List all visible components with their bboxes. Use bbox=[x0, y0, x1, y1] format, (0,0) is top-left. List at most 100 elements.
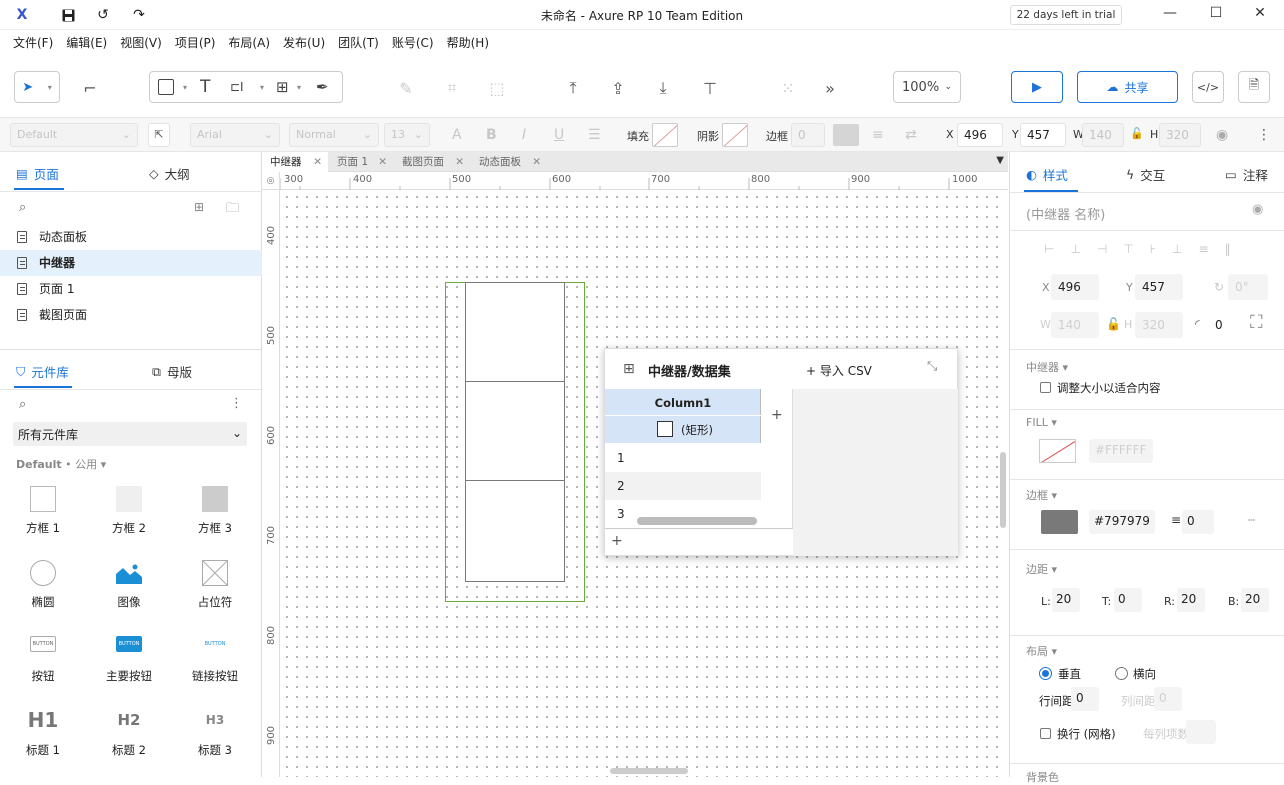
repeater-item-rect[interactable] bbox=[465, 480, 565, 582]
border-style-icon[interactable]: ┄ bbox=[1248, 513, 1255, 527]
menu-project[interactable]: 项目(P) bbox=[162, 30, 216, 56]
padding-right-input[interactable]: 20 bbox=[1177, 588, 1205, 612]
pencil-icon[interactable]: ✎ bbox=[394, 76, 418, 100]
tab-library[interactable]: ⛉ 元件库 bbox=[16, 362, 69, 381]
widget-box-3[interactable]: 方框 3 bbox=[175, 486, 255, 536]
widget-placeholder[interactable]: 占位符 bbox=[175, 559, 255, 610]
style-edit-button[interactable]: ⇱ bbox=[148, 123, 170, 147]
trial-badge[interactable]: 22 days left in trial bbox=[1010, 5, 1122, 25]
code-button[interactable]: </> bbox=[1192, 71, 1224, 103]
bold-icon[interactable]: B bbox=[486, 127, 497, 143]
arrow-style-icon[interactable]: ⇄ bbox=[905, 127, 917, 143]
tab-screenshot-page[interactable]: 截图页面 ✕ bbox=[394, 152, 470, 172]
tab-interactions[interactable]: ϟ 交互 bbox=[1126, 165, 1165, 184]
pointer-tool-button[interactable]: ➤ ▾ bbox=[14, 71, 60, 103]
repeater-section-header[interactable]: 中继器 ▾ bbox=[1026, 359, 1068, 375]
bring-to-front-icon[interactable]: ⇪ bbox=[606, 76, 630, 100]
connector-icon[interactable]: ⌐ bbox=[78, 76, 102, 100]
widget-primary-button[interactable]: BUTTON 主要按钮 bbox=[89, 636, 169, 684]
page-item[interactable]: 截图页面 bbox=[0, 302, 262, 328]
border-section-header[interactable]: 边框 ▾ bbox=[1026, 487, 1057, 503]
tab-style[interactable]: ◐ 样式 bbox=[1026, 165, 1068, 184]
close-tab-icon[interactable]: ✕ bbox=[455, 152, 464, 172]
background-section-header[interactable]: 背景色 bbox=[1026, 769, 1059, 785]
maximize-icon[interactable]: ☐ bbox=[1206, 5, 1226, 25]
fill-section-header[interactable]: FILL ▾ bbox=[1026, 416, 1057, 429]
italic-icon[interactable]: I bbox=[522, 127, 526, 143]
more-icon[interactable]: ⋮ bbox=[1257, 127, 1271, 143]
y-input[interactable]: 457 bbox=[1020, 123, 1066, 147]
widget-name-input[interactable]: (中继器 名称) bbox=[1026, 204, 1105, 223]
col-gap-input[interactable]: 0 bbox=[1154, 687, 1182, 711]
page-item[interactable]: 动态面板 bbox=[0, 224, 262, 250]
fill-color-swatch[interactable] bbox=[652, 123, 678, 147]
repeater-item-rect[interactable] bbox=[465, 282, 565, 382]
rectangle-tool-icon[interactable] bbox=[158, 79, 174, 95]
list-icon[interactable]: ☰ bbox=[588, 127, 601, 143]
menu-view[interactable]: 视图(V) bbox=[107, 30, 162, 56]
dataset-scrollbar[interactable] bbox=[637, 517, 757, 525]
fill-color-swatch[interactable] bbox=[1039, 439, 1076, 463]
menu-file[interactable]: 文件(F) bbox=[0, 30, 53, 56]
menu-team[interactable]: 团队(T) bbox=[325, 30, 379, 56]
tabs-dropdown-icon[interactable]: ▼ bbox=[996, 155, 1004, 166]
column-header[interactable]: Column1 (矩形) bbox=[605, 389, 761, 443]
menu-edit[interactable]: 编辑(E) bbox=[53, 30, 107, 56]
dataset-row[interactable]: 2 bbox=[605, 472, 761, 500]
text-color-icon[interactable]: A bbox=[452, 127, 462, 143]
padding-bottom-input[interactable]: 20 bbox=[1241, 588, 1269, 612]
lock-icon[interactable]: 🔓 bbox=[1106, 317, 1121, 331]
tab-masters[interactable]: ⧉ 母版 bbox=[152, 362, 192, 381]
table-tool-icon[interactable]: ⊞ bbox=[276, 78, 289, 96]
border-width-input[interactable]: 0 bbox=[1182, 510, 1214, 534]
close-tab-icon[interactable]: ✕ bbox=[378, 152, 387, 172]
add-row-icon[interactable]: + bbox=[611, 533, 623, 549]
horizontal-scrollbar[interactable] bbox=[610, 768, 688, 774]
fill-color-input[interactable]: #FFFFFF bbox=[1089, 439, 1153, 463]
padding-left-input[interactable]: 20 bbox=[1052, 588, 1080, 612]
font-size-select[interactable]: 13 ⌄ bbox=[384, 123, 430, 147]
fit-content-checkbox[interactable] bbox=[1040, 382, 1051, 393]
rotation-input[interactable]: 0° bbox=[1228, 274, 1268, 300]
h-input[interactable]: 320 bbox=[1135, 312, 1183, 338]
widget-link-button[interactable]: BUTTON 链接按钮 bbox=[175, 636, 255, 684]
menu-publish[interactable]: 发布(U) bbox=[270, 30, 325, 56]
document-button[interactable]: 🗎 bbox=[1238, 71, 1270, 103]
padding-top-input[interactable]: 0 bbox=[1114, 588, 1142, 612]
h-input[interactable]: 320 bbox=[1159, 123, 1201, 147]
more-icon[interactable]: ⋮ bbox=[230, 396, 243, 411]
widget-button[interactable]: BUTTON 按钮 bbox=[3, 636, 83, 684]
border-style-icon[interactable]: ≡ bbox=[872, 127, 884, 143]
font-weight-select[interactable]: Normal ⌄ bbox=[289, 123, 379, 147]
menu-help[interactable]: 帮助(H) bbox=[434, 30, 489, 56]
tab-page-1[interactable]: 页面 1 ✕ bbox=[329, 152, 393, 172]
padding-section-header[interactable]: 边距 ▾ bbox=[1026, 561, 1057, 577]
text-tool-icon[interactable]: T bbox=[200, 77, 210, 97]
widget-heading-3[interactable]: H3 标题 3 bbox=[175, 708, 255, 758]
search-icon[interactable]: ⌕ bbox=[19, 397, 26, 412]
w-input[interactable]: 140 bbox=[1051, 312, 1099, 338]
tab-pages[interactable]: ▤ 页面 bbox=[16, 164, 59, 183]
widget-ellipse[interactable]: 椭圆 bbox=[3, 560, 83, 610]
share-button[interactable]: ☁ 共享 bbox=[1077, 71, 1178, 103]
border-color-swatch[interactable] bbox=[1041, 510, 1078, 534]
w-input[interactable]: 140 bbox=[1082, 123, 1124, 147]
align-icons[interactable]: ⊢⊥⊣⊤⊦⊥≡‖ bbox=[1044, 242, 1247, 256]
border-width-input[interactable]: 0 bbox=[791, 123, 825, 147]
row-gap-input[interactable]: 0 bbox=[1071, 687, 1099, 711]
send-to-back-icon[interactable]: ⊤ bbox=[698, 76, 722, 100]
pen-tool-icon[interactable]: ✒ bbox=[316, 78, 329, 96]
y-input[interactable]: 457 bbox=[1135, 274, 1183, 300]
send-backward-icon[interactable]: ⤓ bbox=[651, 76, 675, 100]
per-row-input[interactable] bbox=[1186, 720, 1216, 744]
close-tab-icon[interactable]: ✕ bbox=[313, 152, 322, 172]
style-select[interactable]: Default ⌄ bbox=[10, 123, 138, 147]
add-folder-icon[interactable]: 🗀 bbox=[226, 199, 239, 221]
page-item-selected[interactable]: 中继器 bbox=[0, 250, 262, 276]
widget-box-2[interactable]: 方框 2 bbox=[89, 486, 169, 536]
x-input[interactable]: 496 bbox=[957, 123, 1003, 147]
menu-arrange[interactable]: 布局(A) bbox=[215, 30, 270, 56]
tab-repeater[interactable]: 中继器 ✕ bbox=[262, 152, 328, 172]
vertical-scrollbar[interactable] bbox=[1000, 452, 1006, 528]
tab-dynamic-panel[interactable]: 动态面板 ✕ bbox=[471, 152, 547, 172]
